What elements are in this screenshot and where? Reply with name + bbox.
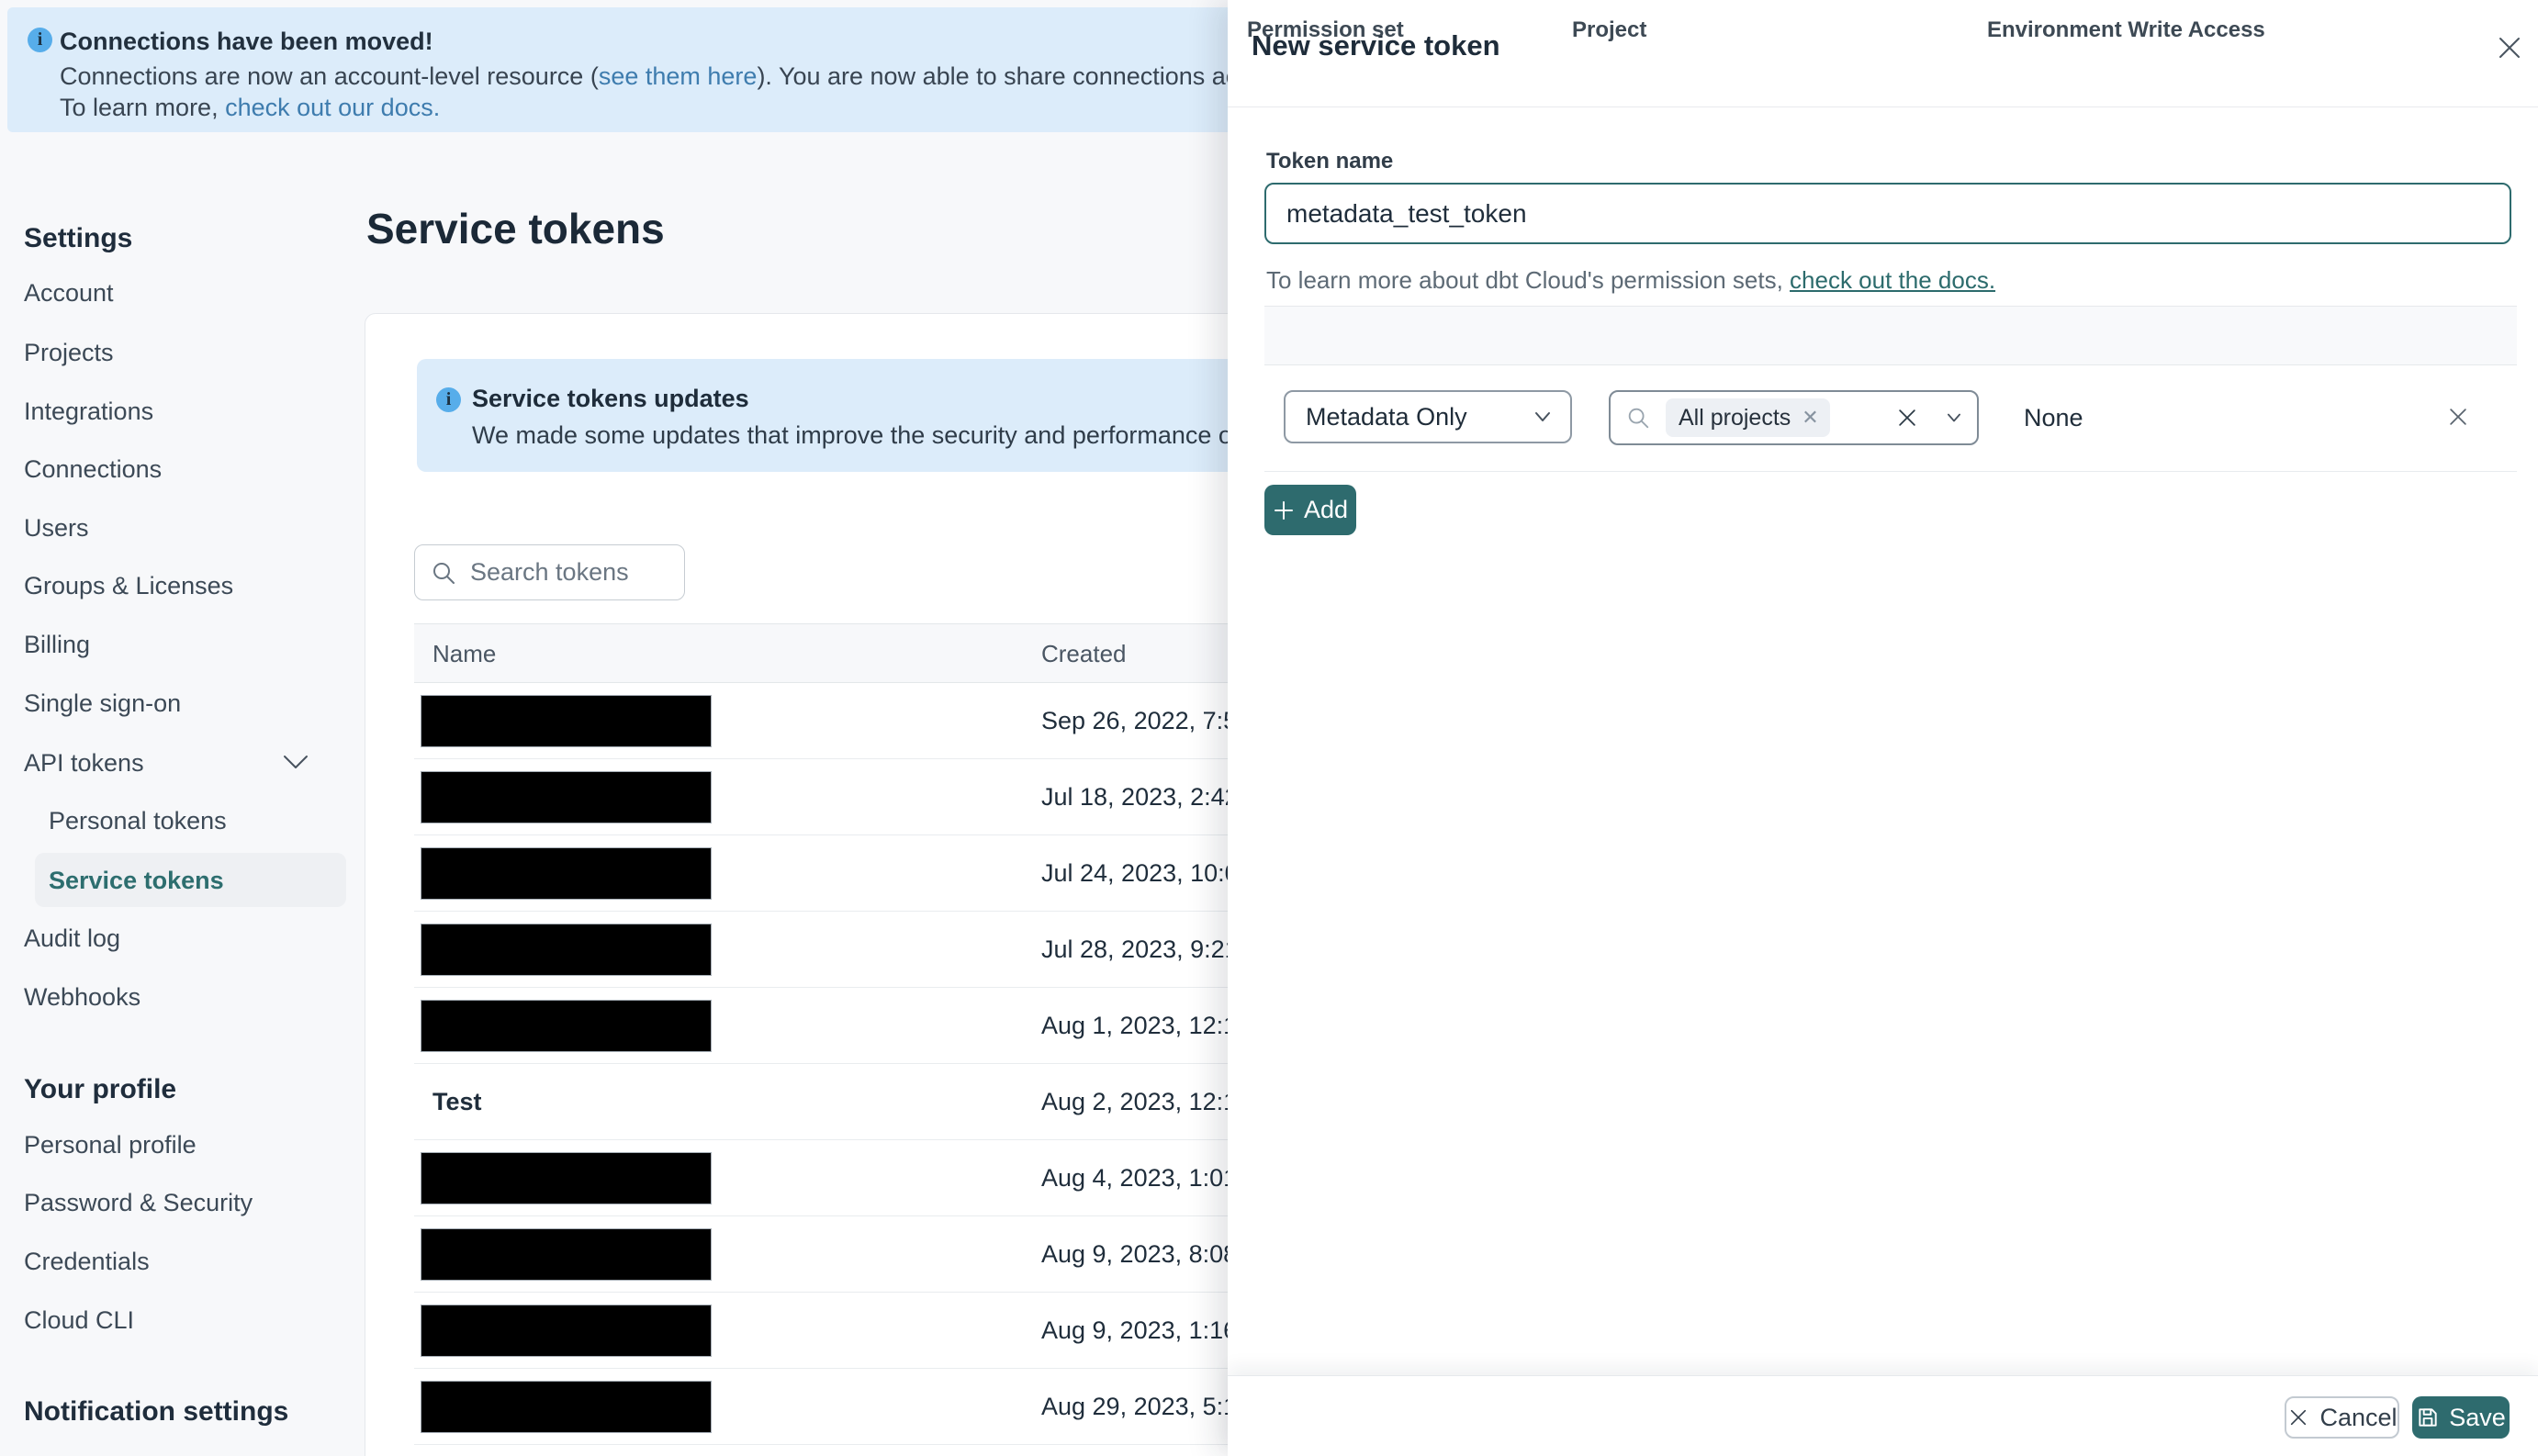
project-combobox[interactable]: All projects ✕ bbox=[1609, 390, 1979, 445]
sidebar-item-connections[interactable]: Connections bbox=[24, 454, 162, 484]
redacted-token-name bbox=[421, 695, 712, 747]
permission-set-select[interactable]: Metadata Only bbox=[1284, 390, 1572, 443]
check-out-docs-link[interactable]: check out the docs. bbox=[1790, 266, 1995, 294]
close-icon bbox=[2291, 1409, 2307, 1426]
token-name: Test bbox=[432, 1088, 482, 1115]
dbt-cloud-settings-page: i Connections have been moved! Connectio… bbox=[0, 0, 2538, 1456]
see-them-here-link[interactable]: see them here bbox=[599, 62, 758, 90]
column-header-permission-set: Permission set bbox=[1247, 17, 1404, 42]
sidebar-item-audit-log[interactable]: Audit log bbox=[24, 924, 120, 953]
check-docs-link[interactable]: check out our docs. bbox=[225, 94, 440, 121]
search-tokens-box[interactable] bbox=[414, 544, 685, 600]
banner-line1-text: Connections are now an account-level res… bbox=[60, 62, 599, 90]
plus-icon bbox=[1274, 500, 1293, 520]
sidebar-item-users[interactable]: Users bbox=[24, 513, 89, 543]
sidebar-item-integrations[interactable]: Integrations bbox=[24, 397, 153, 426]
cancel-button-label: Cancel bbox=[2319, 1403, 2398, 1431]
redacted-token-name bbox=[421, 924, 712, 976]
environment-write-access-value: None bbox=[2024, 404, 2083, 431]
redacted-token-name bbox=[421, 1152, 712, 1204]
column-header-project: Project bbox=[1572, 17, 1647, 42]
sidebar-item-webhooks[interactable]: Webhooks bbox=[24, 982, 140, 1012]
redacted-token-name bbox=[421, 847, 712, 900]
sidebar-heading-settings: Settings bbox=[24, 223, 133, 253]
permissions-table-header bbox=[1264, 306, 2517, 365]
sidebar-heading-notification-settings: Notification settings bbox=[24, 1396, 289, 1427]
redacted-token-name bbox=[421, 771, 712, 823]
save-disk-icon bbox=[2419, 1408, 2437, 1427]
info-icon: i bbox=[28, 28, 52, 52]
save-button[interactable]: Save bbox=[2412, 1396, 2510, 1439]
sidebar-item-account[interactable]: Account bbox=[24, 278, 114, 308]
sidebar-item-personal-profile[interactable]: Personal profile bbox=[24, 1130, 197, 1159]
sidebar-item-credentials[interactable]: Credentials bbox=[24, 1247, 150, 1276]
redacted-token-name bbox=[421, 1381, 712, 1433]
save-button-label: Save bbox=[2449, 1403, 2506, 1431]
search-tokens-input[interactable] bbox=[468, 557, 670, 588]
sidebar-item-personal-tokens[interactable]: Personal tokens bbox=[49, 806, 227, 835]
notice-title: Service tokens updates bbox=[472, 385, 749, 412]
page-title: Service tokens bbox=[366, 205, 665, 252]
sidebar-item-api-tokens[interactable]: API tokens bbox=[24, 748, 144, 778]
add-button-label: Add bbox=[1303, 496, 1349, 523]
panel-header-divider bbox=[1228, 106, 2538, 107]
sidebar-item-single-sign-on[interactable]: Single sign-on bbox=[24, 689, 181, 718]
column-header-created: Created bbox=[1041, 640, 1127, 667]
permission-help-text: To learn more about dbt Cloud's permissi… bbox=[1266, 266, 1995, 295]
sidebar-item-projects[interactable]: Projects bbox=[24, 338, 114, 367]
banner-title: Connections have been moved! bbox=[60, 28, 433, 55]
sidebar-item-service-tokens[interactable]: Service tokens bbox=[49, 866, 224, 895]
remove-row-icon[interactable] bbox=[2438, 397, 2478, 437]
sidebar-item-billing[interactable]: Billing bbox=[24, 630, 90, 659]
sidebar-item-groups-licenses[interactable]: Groups & Licenses bbox=[24, 571, 233, 600]
new-service-token-panel: New service token Token name To learn mo… bbox=[1228, 0, 2538, 1456]
chip-label: All projects bbox=[1679, 404, 1791, 431]
chevron-down-icon bbox=[1532, 409, 1554, 424]
column-header-environment-write-access: Environment Write Access bbox=[1987, 17, 2265, 42]
clear-selection-icon[interactable] bbox=[1894, 405, 1920, 431]
banner-line2-text: To learn more, bbox=[60, 94, 226, 121]
sidebar-heading-your-profile: Your profile bbox=[24, 1074, 177, 1104]
token-name-label: Token name bbox=[1266, 149, 1394, 174]
sidebar-item-cloud-cli[interactable]: Cloud CLI bbox=[24, 1305, 134, 1335]
search-icon bbox=[430, 559, 457, 587]
column-header-name: Name bbox=[432, 640, 497, 667]
info-icon: i bbox=[436, 387, 461, 412]
close-icon[interactable] bbox=[2489, 28, 2530, 68]
permission-set-value: Metadata Only bbox=[1306, 402, 1467, 431]
cancel-button[interactable]: Cancel bbox=[2285, 1396, 2399, 1439]
permissions-row-divider bbox=[1264, 471, 2517, 472]
redacted-token-name bbox=[421, 1305, 712, 1357]
chevron-down-icon bbox=[277, 751, 314, 779]
help-text: To learn more about dbt Cloud's permissi… bbox=[1266, 266, 1791, 294]
search-icon bbox=[1625, 405, 1651, 431]
sidebar-item-password-security[interactable]: Password & Security bbox=[24, 1188, 253, 1217]
redacted-token-name bbox=[421, 1000, 712, 1052]
panel-footer: Cancel Save bbox=[1228, 1375, 2538, 1456]
redacted-token-name bbox=[421, 1228, 712, 1281]
project-chip-all-projects[interactable]: All projects ✕ bbox=[1666, 398, 1830, 437]
chip-remove-icon[interactable]: ✕ bbox=[1802, 406, 1818, 430]
token-name-input[interactable] bbox=[1264, 183, 2511, 244]
add-permission-button[interactable]: Add bbox=[1264, 485, 1356, 535]
chevron-down-icon[interactable] bbox=[1944, 411, 1964, 424]
banner-body-line2: To learn more, check out our docs. bbox=[60, 94, 440, 122]
